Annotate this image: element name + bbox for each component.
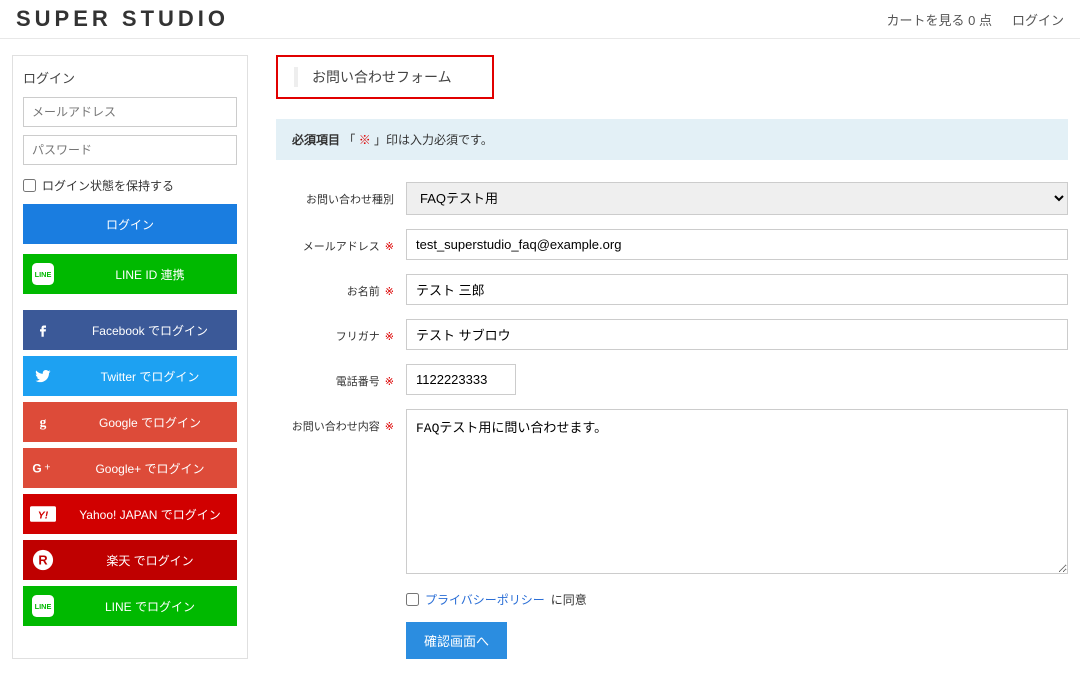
inquiry-phone-input[interactable] — [406, 364, 516, 395]
form-title-highlight: お問い合わせフォーム — [276, 55, 494, 99]
login-button[interactable]: ログイン — [23, 204, 237, 244]
password-input[interactable] — [23, 135, 237, 165]
svg-text:LINE: LINE — [35, 270, 52, 279]
svg-text:+: + — [44, 461, 50, 473]
social-login-rakuten[interactable]: R 楽天 でログイン — [23, 540, 237, 580]
social-login-yahoo[interactable]: Y! Yahoo! JAPAN でログイン — [23, 494, 237, 534]
label-email: メールアドレス ※ — [276, 229, 406, 254]
line-icon: LINE — [23, 586, 63, 626]
line-icon: LINE — [23, 254, 63, 294]
label-content: お問い合わせ内容 ※ — [276, 409, 406, 434]
social-label: Facebook でログイン — [63, 322, 237, 339]
yh-icon: Y! — [23, 494, 63, 534]
required-notice: 必須項目 「 ※ 」印は入力必須です。 — [276, 119, 1068, 160]
svg-text:R: R — [38, 553, 47, 568]
social-login-facebook[interactable]: Facebook でログイン — [23, 310, 237, 350]
main-content: お問い合わせフォーム 必須項目 「 ※ 」印は入力必須です。 お問い合わせ種別 … — [276, 55, 1068, 659]
header-login-link[interactable]: ログイン — [1012, 10, 1064, 29]
social-login-google[interactable]: g Google でログイン — [23, 402, 237, 442]
inquiry-email-input[interactable] — [406, 229, 1068, 260]
privacy-policy-link[interactable]: プライバシーポリシー — [425, 591, 545, 608]
tw-icon — [23, 356, 63, 396]
inquiry-kana-input[interactable] — [406, 319, 1068, 350]
rt-icon: R — [23, 540, 63, 580]
login-sidebar: ログイン ログイン状態を保持する ログイン LINE LINE ID 連携 Face… — [12, 55, 248, 659]
social-label: Google+ でログイン — [63, 460, 237, 477]
svg-text:g: g — [40, 415, 47, 430]
inquiry-type-select[interactable]: FAQテスト用 — [406, 182, 1068, 215]
fb-icon — [23, 310, 63, 350]
keep-login-label: ログイン状態を保持する — [42, 177, 174, 194]
svg-text:G: G — [32, 462, 41, 476]
email-input[interactable] — [23, 97, 237, 127]
social-login-line-link[interactable]: LINE LINE ID 連携 — [23, 254, 237, 294]
consent-suffix: に同意 — [551, 591, 587, 608]
keep-login-row[interactable]: ログイン状態を保持する — [23, 177, 237, 194]
svg-text:LINE: LINE — [35, 602, 52, 611]
social-label: Yahoo! JAPAN でログイン — [63, 506, 237, 523]
social-label: 楽天 でログイン — [63, 552, 237, 569]
social-label: Twitter でログイン — [63, 368, 237, 385]
keep-login-checkbox[interactable] — [23, 179, 36, 192]
privacy-consent-checkbox[interactable] — [406, 593, 419, 606]
label-kana: フリガナ ※ — [276, 319, 406, 344]
notice-prefix: 必須項目 — [292, 133, 340, 147]
svg-text:Y!: Y! — [38, 510, 49, 521]
inquiry-name-input[interactable] — [406, 274, 1068, 305]
inquiry-content-textarea[interactable]: FAQテスト用に問い合わせます。 — [406, 409, 1068, 574]
social-label: LINE でログイン — [63, 598, 237, 615]
social-label: LINE ID 連携 — [63, 266, 237, 283]
sidebar-title: ログイン — [23, 68, 237, 87]
label-phone: 電話番号 ※ — [276, 364, 406, 389]
gg-icon: g — [23, 402, 63, 442]
form-title: お問い合わせフォーム — [294, 67, 452, 87]
header-right: カートを見る 0 点 ログイン — [887, 10, 1064, 29]
social-login-googleplus[interactable]: G+Google+ でログイン — [23, 448, 237, 488]
social-login-line-login[interactable]: LINE LINE でログイン — [23, 586, 237, 626]
cart-link[interactable]: カートを見る 0 点 — [887, 10, 992, 29]
confirm-button[interactable]: 確認画面へ — [406, 622, 507, 659]
label-name: お名前 ※ — [276, 274, 406, 299]
logo: SUPER STUDIO — [16, 6, 229, 32]
gp-icon: G+ — [23, 448, 63, 488]
required-mark: ※ — [359, 133, 371, 147]
social-login-twitter[interactable]: Twitter でログイン — [23, 356, 237, 396]
social-label: Google でログイン — [63, 414, 237, 431]
header: SUPER STUDIO カートを見る 0 点 ログイン — [0, 0, 1080, 39]
label-type: お問い合わせ種別 — [276, 182, 406, 207]
